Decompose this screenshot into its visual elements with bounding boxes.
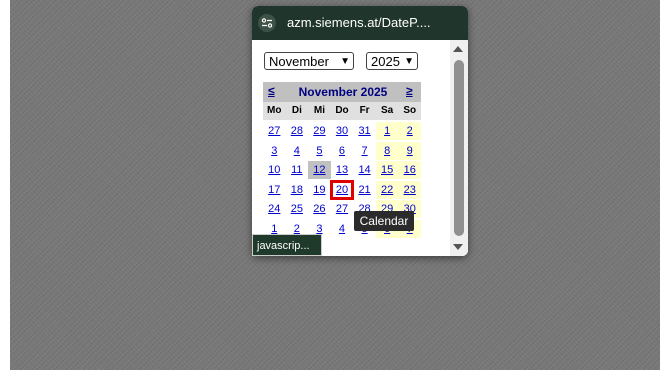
calendar-header: ≤ November 2025 ≥ xyxy=(263,82,421,102)
weekday-header: Mo xyxy=(263,102,286,120)
calendar-day[interactable]: 27 xyxy=(263,122,286,140)
scroll-down-icon[interactable] xyxy=(453,244,463,250)
status-bar-link: javascrip... xyxy=(252,234,322,256)
calendar-day[interactable]: 22 xyxy=(375,180,399,199)
month-select[interactable]: November ▼ xyxy=(264,52,354,70)
popup-url: azm.siemens.at/DateP.... xyxy=(287,15,431,30)
calendar-day[interactable]: 4 xyxy=(286,142,309,160)
calendar-day[interactable]: 30 xyxy=(331,122,354,140)
calendar-day[interactable]: 18 xyxy=(286,181,309,199)
weekday-header: Mi xyxy=(308,102,331,120)
scroll-up-icon[interactable] xyxy=(453,46,463,52)
calendar-day[interactable]: 20 xyxy=(329,179,355,200)
year-select[interactable]: 2025 ▼ xyxy=(366,52,418,70)
calendar-day[interactable]: 15 xyxy=(375,161,399,179)
calendar-day[interactable]: 11 xyxy=(286,161,309,179)
calendar-tooltip: Calendar xyxy=(354,211,414,231)
chevron-down-icon: ▼ xyxy=(404,56,414,67)
weekday-header: Do xyxy=(330,102,354,120)
calendar-day[interactable]: 13 xyxy=(331,161,354,179)
calendar-day[interactable]: 7 xyxy=(353,142,376,160)
calendar-day[interactable]: 2 xyxy=(398,122,421,140)
next-month-link[interactable]: ≥ xyxy=(406,84,413,98)
calendar-day[interactable]: 21 xyxy=(353,181,376,199)
calendar-day[interactable]: 17 xyxy=(263,181,286,199)
year-select-value: 2025 xyxy=(371,54,400,69)
calendar-day[interactable]: 14 xyxy=(353,161,376,179)
weekday-header: Fr xyxy=(353,102,376,120)
calendar-day[interactable]: 6 xyxy=(331,142,354,160)
calendar-day[interactable]: 5 xyxy=(308,142,331,160)
prev-month-link[interactable]: ≤ xyxy=(268,84,275,98)
settings-sliders-icon[interactable] xyxy=(258,14,276,32)
scrollbar-thumb[interactable] xyxy=(454,60,464,236)
calendar-day[interactable]: 9 xyxy=(398,141,421,160)
calendar-day[interactable]: 19 xyxy=(308,181,331,199)
calendar-day[interactable]: 8 xyxy=(375,141,399,160)
weekday-header: Di xyxy=(285,102,309,120)
calendar-day[interactable]: 10 xyxy=(263,161,286,179)
calendar-day[interactable]: 12 xyxy=(308,161,331,179)
popup-scrollbar[interactable] xyxy=(450,40,468,256)
calendar-title: November 2025 xyxy=(298,85,388,99)
popup-titlebar: azm.siemens.at/DateP.... xyxy=(252,6,468,40)
calendar-day[interactable]: 1 xyxy=(375,122,399,140)
weekday-header: So xyxy=(398,102,421,120)
calendar-day[interactable]: 24 xyxy=(263,200,286,218)
calendar-day[interactable]: 23 xyxy=(398,180,421,199)
calendar-day[interactable]: 29 xyxy=(308,122,331,140)
calendar-day[interactable]: 25 xyxy=(286,200,309,218)
calendar-day[interactable]: 31 xyxy=(353,122,376,140)
chevron-down-icon: ▼ xyxy=(340,56,350,67)
calendar-day[interactable]: 4 xyxy=(331,220,354,238)
calendar-day[interactable]: 27 xyxy=(331,200,354,218)
calendar-day[interactable]: 26 xyxy=(308,200,331,218)
calendar-day[interactable]: 3 xyxy=(263,142,286,160)
calendar-day[interactable]: 28 xyxy=(286,122,309,140)
month-select-value: November xyxy=(269,54,329,69)
calendar-day[interactable]: 16 xyxy=(398,161,421,179)
weekday-header: Sa xyxy=(375,102,399,120)
